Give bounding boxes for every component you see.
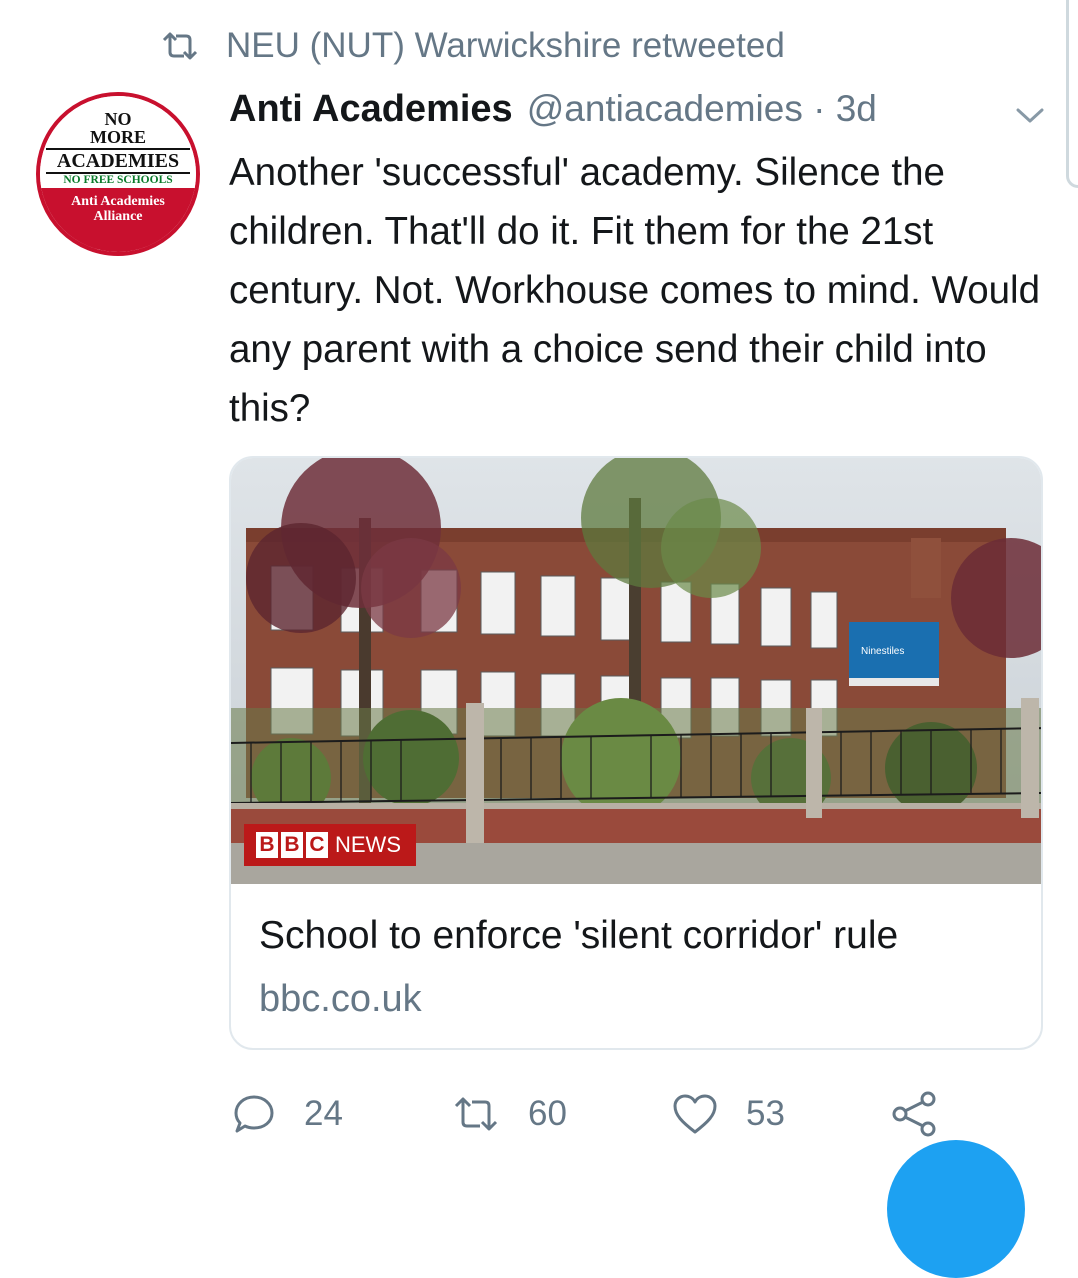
avatar[interactable]: NO MORE ACADEMIES NO FREE SCHOOLS Anti A… (36, 92, 200, 256)
avatar-text-anti-academies: Anti Academies (71, 194, 165, 209)
card-domain: bbc.co.uk (259, 978, 422, 1020)
author-handle-time[interactable]: @antiacademies · 3d (527, 88, 877, 130)
share-icon (892, 1091, 936, 1137)
reply-icon (234, 1095, 274, 1133)
like-button[interactable]: 53 (672, 1090, 785, 1138)
card-title: School to enforce 'silent corridor' rule (259, 914, 899, 957)
bbc-news-label: NEWS (335, 832, 401, 857)
avatar-text-academies: ACADEMIES (46, 148, 190, 174)
reply-count: 24 (304, 1094, 343, 1133)
author-name[interactable]: Anti Academies (229, 88, 513, 131)
like-count: 53 (746, 1094, 785, 1133)
bbc-letter-b2: B (281, 832, 303, 858)
retweet-count: 60 (528, 1094, 567, 1133)
avatar-text-no: NO (104, 109, 132, 129)
share-button[interactable] (890, 1090, 966, 1138)
avatar-text-alliance-word: Alliance (93, 209, 143, 224)
avatar-url: www.antiacademies.org.uk (58, 234, 173, 252)
chevron-down-icon[interactable] (1012, 100, 1048, 130)
retweet-button[interactable]: 60 (452, 1090, 567, 1138)
avatar-text-more: MORE (90, 127, 146, 147)
heart-icon (673, 1094, 717, 1134)
compose-tweet-button[interactable] (887, 1140, 1025, 1278)
retweet-action-icon (454, 1097, 498, 1131)
card-image: Ninestiles (231, 458, 1041, 884)
bbc-letter-b1: B (256, 832, 278, 858)
reply-button[interactable]: 24 (232, 1090, 343, 1138)
tweet-header: Anti Academies @antiacademies · 3d (229, 88, 877, 140)
avatar-text-no-free-schools: NO FREE SCHOOLS (63, 174, 173, 186)
sign-text: Ninestiles (861, 646, 904, 657)
scroll-edge (1066, 0, 1078, 188)
avatar-red-band: Anti AcademiesAlliance www.antiacademies… (40, 188, 196, 252)
avatar-text-alliance: Anti Academies Alliance (40, 194, 196, 224)
retweet-context-text: NEU (NUT) Warwickshire retweeted (226, 26, 785, 65)
link-card[interactable]: Ninestiles B B C NEWS School to enforce … (229, 456, 1043, 1050)
retweet-icon (162, 32, 198, 60)
bbc-news-badge: B B C NEWS (244, 824, 416, 866)
bbc-letter-c: C (306, 832, 328, 858)
tweet-text: Another 'successful' academy. Silence th… (229, 151, 1040, 430)
retweet-context: NEU (NUT) Warwickshire retweeted (160, 24, 785, 68)
